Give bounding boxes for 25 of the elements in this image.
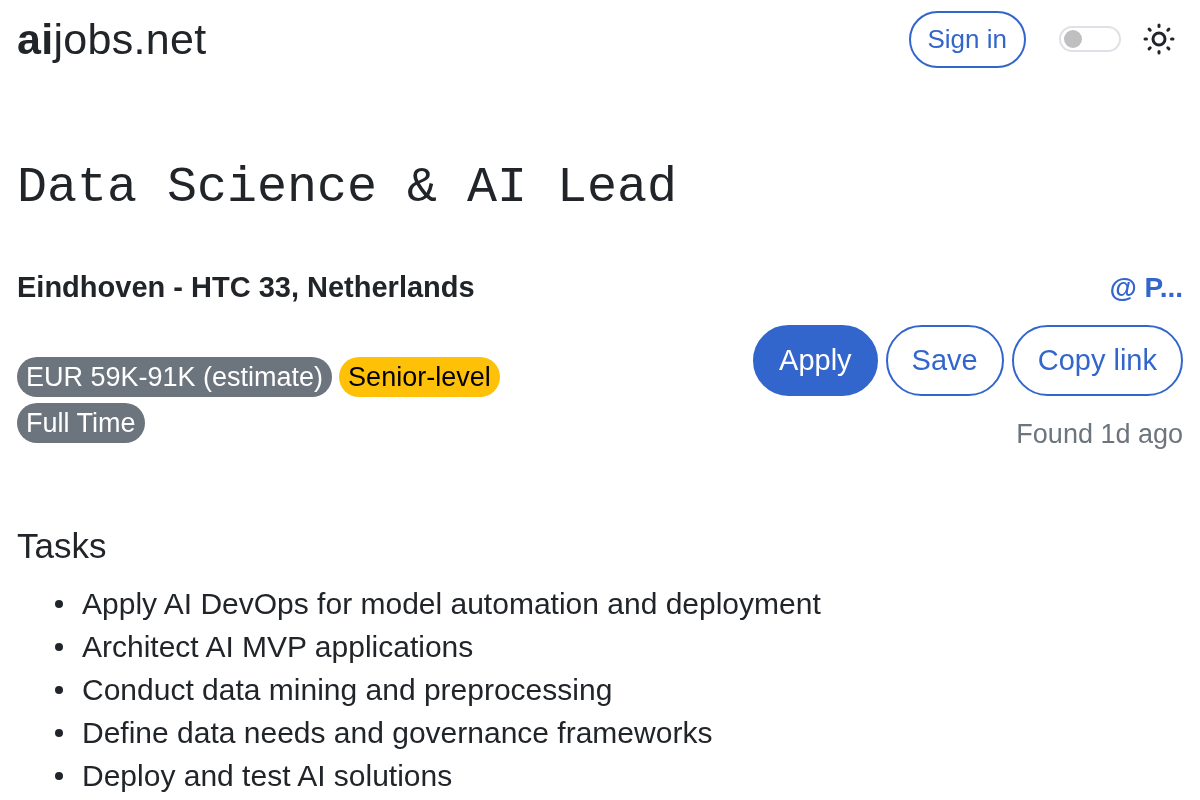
- job-title: Data Science & AI Lead: [17, 158, 678, 218]
- sign-in-button[interactable]: Sign in: [908, 10, 1026, 68]
- action-button[interactable]: Copy link: [1011, 325, 1183, 396]
- company-link[interactable]: @ P...: [1109, 271, 1183, 305]
- task-item: Deploy and test AI solutions: [82, 757, 453, 794]
- job-tag: EUR 59K-91K (estimate): [17, 357, 333, 397]
- posted-time: Found 1d ago: [1016, 418, 1183, 450]
- sun-icon[interactable]: [1143, 23, 1175, 55]
- action-button[interactable]: Save: [885, 325, 1004, 396]
- apply-button[interactable]: Apply: [753, 325, 878, 396]
- job-location: Eindhoven - HTC 33, Netherlands: [17, 270, 475, 304]
- task-item: Define data needs and governance frameworks: [82, 714, 713, 751]
- task-item: Conduct data mining and preprocessing: [82, 671, 613, 708]
- theme-toggle-switch[interactable]: [1059, 26, 1121, 52]
- bullet-icon: [55, 771, 63, 780]
- bullet-icon: [55, 642, 63, 651]
- site-logo[interactable]: aijobs.net: [17, 14, 207, 64]
- job-tag: Full Time: [17, 403, 145, 443]
- bullet-icon: [55, 685, 63, 694]
- task-item: Architect AI MVP applications: [82, 628, 474, 665]
- job-tag: Senior-level: [339, 357, 500, 397]
- section-heading: Tasks: [17, 526, 107, 566]
- task-item: Apply AI DevOps for model automation and deployment: [82, 585, 821, 622]
- bullet-icon: [55, 599, 63, 608]
- bullet-icon: [55, 728, 63, 737]
